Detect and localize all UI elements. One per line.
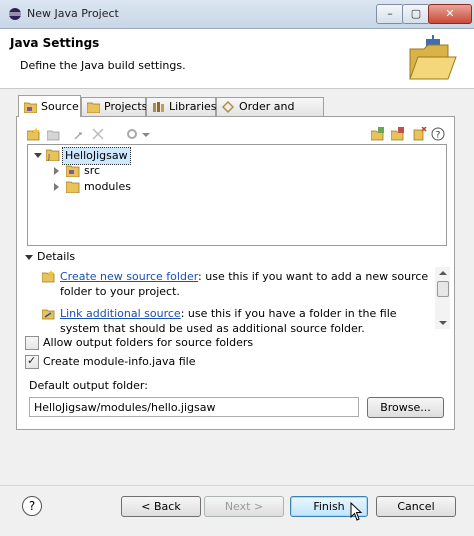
default-output-folder-field[interactable] xyxy=(29,397,359,417)
scroll-down-icon[interactable] xyxy=(439,321,447,325)
order-export-icon xyxy=(222,101,234,113)
scroll-thumb[interactable] xyxy=(437,281,449,297)
svg-text:J: J xyxy=(47,153,50,161)
tab-libraries[interactable]: Libraries xyxy=(146,97,217,116)
tree-node-label: modules xyxy=(84,180,131,193)
expanded-twisty-icon[interactable] xyxy=(34,153,42,158)
new-source-folder-icon xyxy=(42,270,55,283)
footer-divider xyxy=(0,485,474,486)
collapsed-twisty-icon[interactable] xyxy=(54,183,59,191)
tree-node-project[interactable]: J HelloJigsaw xyxy=(34,147,234,165)
create-new-source-folder-link[interactable]: Create new source folder xyxy=(60,270,198,283)
tree-node-label: src xyxy=(84,164,101,177)
svg-text:?: ? xyxy=(436,131,441,141)
checkbox-box-checked[interactable] xyxy=(25,354,39,369)
collapsed-twisty-icon[interactable] xyxy=(54,167,59,175)
libraries-icon xyxy=(153,102,164,112)
source-folder-tree[interactable]: J HelloJigsaw src modules xyxy=(27,144,447,246)
wizard-header: Java Settings Define the Java build sett… xyxy=(0,29,474,89)
default-output-folder-label: Default output folder: xyxy=(29,379,148,392)
configure-icon xyxy=(127,129,137,139)
collapse-all-icon[interactable] xyxy=(391,127,405,141)
link-folder-icon xyxy=(42,309,55,320)
eclipse-icon xyxy=(9,8,21,20)
title-bar: New Java Project – ▢ ✕ xyxy=(0,0,474,29)
minimize-button[interactable]: – xyxy=(376,4,404,24)
link-source-icon[interactable] xyxy=(47,127,61,141)
source-tab-panel: ? J HelloJigsaw src modules Details Crea… xyxy=(16,116,455,430)
scroll-up-icon[interactable] xyxy=(439,271,447,275)
page-description: Define the Java build settings. xyxy=(20,59,186,72)
checkbox-box[interactable] xyxy=(25,336,39,350)
details-scrollbar[interactable] xyxy=(435,267,450,329)
close-button[interactable]: ✕ xyxy=(428,4,472,24)
allow-output-folders-checkbox[interactable]: Allow output folders for source folders xyxy=(25,336,325,352)
remove-folder-icon[interactable] xyxy=(413,127,427,141)
tab-projects[interactable]: Projects xyxy=(81,97,147,116)
open-folder-icon xyxy=(409,35,457,80)
mouse-pointer-icon xyxy=(350,502,363,521)
window-title: New Java Project xyxy=(27,7,119,20)
source-toolbar: ? xyxy=(27,125,447,145)
tab-order-and-export[interactable]: Order and Export xyxy=(216,97,324,131)
chevron-down-icon xyxy=(142,133,150,137)
new-java-project-dialog: New Java Project – ▢ ✕ Java Settings Def… xyxy=(0,0,474,536)
remove-icon xyxy=(92,128,104,140)
tree-node-modules[interactable]: modules xyxy=(54,179,204,195)
java-project-icon: J xyxy=(46,149,60,161)
link-additional-source-link[interactable]: Link additional source xyxy=(60,307,181,320)
projects-icon xyxy=(87,102,100,113)
tab-source[interactable]: Source xyxy=(18,95,81,117)
source-folder-icon xyxy=(24,102,37,113)
new-source-folder-icon[interactable] xyxy=(27,127,41,141)
create-module-info-checkbox[interactable]: Create module-info.java file xyxy=(25,354,325,371)
page-title: Java Settings xyxy=(10,36,100,50)
folder-icon xyxy=(66,181,80,193)
add-external-icon xyxy=(74,132,82,140)
next-button[interactable]: Next > xyxy=(204,496,284,517)
details-toggle-icon[interactable] xyxy=(25,255,33,260)
maximize-button[interactable]: ▢ xyxy=(402,4,430,24)
back-button[interactable]: < Back xyxy=(121,496,201,517)
hint-link-additional-source: Link additional source: use this if you … xyxy=(42,306,429,336)
source-folder-icon xyxy=(66,165,80,177)
help-icon[interactable]: ? xyxy=(431,127,445,141)
details-section-label[interactable]: Details xyxy=(37,250,75,263)
browse-button[interactable]: Browse... xyxy=(367,397,444,418)
expand-all-icon[interactable] xyxy=(371,127,385,141)
tree-node-src[interactable]: src xyxy=(54,163,204,179)
help-button[interactable]: ? xyxy=(22,496,42,516)
cancel-button[interactable]: Cancel xyxy=(376,496,456,517)
hint-create-source-folder: Create new source folder: use this if yo… xyxy=(42,269,429,299)
